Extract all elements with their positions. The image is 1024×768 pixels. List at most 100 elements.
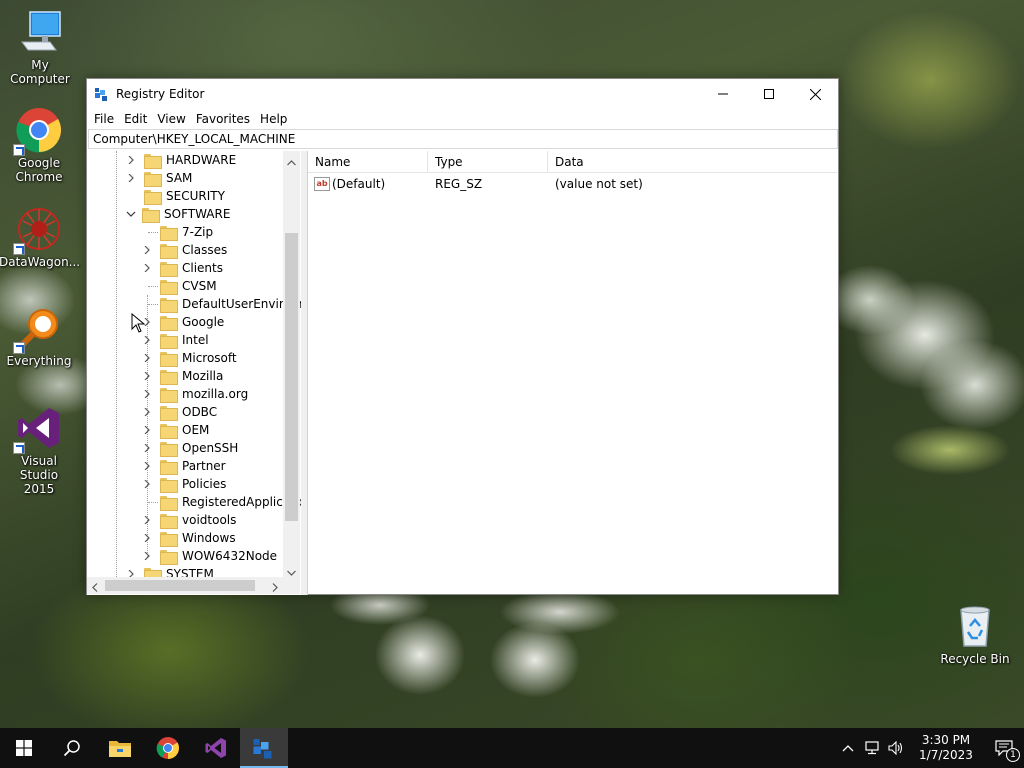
file-explorer-button[interactable]: [96, 728, 144, 768]
chevron-right-icon[interactable]: [142, 551, 152, 561]
chevron-right-icon[interactable]: [142, 443, 152, 453]
column-header-type[interactable]: Type: [428, 151, 548, 172]
desktop-icon-google-chrome[interactable]: Google Chrome: [0, 106, 79, 184]
chevron-right-icon[interactable]: [142, 371, 152, 381]
chevron-right-icon[interactable]: [126, 173, 136, 183]
chevron-right-icon[interactable]: [126, 155, 136, 165]
menu-edit[interactable]: Edit: [119, 109, 152, 129]
clock-date: 1/7/2023: [919, 748, 973, 762]
tree-item-software-child[interactable]: Classes: [142, 241, 227, 259]
start-icon: [16, 740, 32, 756]
values-list[interactable]: Name Type Data ab (Default) REG_SZ (valu…: [307, 151, 837, 595]
folder-icon: [160, 243, 178, 259]
scroll-left-icon[interactable]: [92, 581, 98, 595]
action-center-button[interactable]: 1: [984, 728, 1024, 768]
visual-studio-taskbar-button[interactable]: [192, 728, 240, 768]
chevron-right-icon[interactable]: [142, 425, 152, 435]
maximize-button[interactable]: [746, 79, 792, 109]
volume-button[interactable]: [884, 728, 908, 768]
address-bar[interactable]: Computer\HKEY_LOCAL_MACHINE: [88, 129, 838, 149]
menu-view[interactable]: View: [152, 109, 190, 129]
show-hidden-icons-button[interactable]: [836, 728, 860, 768]
scroll-thumb[interactable]: [105, 580, 255, 591]
column-header-data[interactable]: Data: [548, 151, 688, 172]
network-button[interactable]: [860, 728, 884, 768]
registry-editor-taskbar-button[interactable]: [240, 728, 288, 768]
tree-item-hardware[interactable]: HARDWARE: [126, 151, 236, 169]
chrome-taskbar-button[interactable]: [144, 728, 192, 768]
tree-item-software-child[interactable]: RegisteredApplicatic: [142, 493, 301, 511]
list-item[interactable]: ab (Default) REG_SZ (value not set): [308, 173, 837, 195]
folder-icon: [142, 207, 160, 223]
recycle-bin-icon: [951, 602, 999, 650]
chevron-right-icon[interactable]: [142, 353, 152, 363]
desktop-icon-recycle-bin[interactable]: Recycle Bin: [935, 602, 1015, 666]
chevron-right-icon[interactable]: [142, 461, 152, 471]
system-tray: 3:30 PM 1/7/2023 1: [836, 728, 1024, 768]
chevron-right-icon[interactable]: [142, 407, 152, 417]
folder-icon: [160, 261, 178, 277]
tree-item-software-child[interactable]: Partner: [142, 457, 226, 475]
taskbar: 3:30 PM 1/7/2023 1: [0, 728, 1024, 768]
minimize-button[interactable]: [700, 79, 746, 109]
chevron-right-icon[interactable]: [142, 389, 152, 399]
tree-item-sam[interactable]: SAM: [126, 169, 192, 187]
tree-item-security[interactable]: SECURITY: [126, 187, 225, 205]
tree-item-software-child[interactable]: Microsoft: [142, 349, 237, 367]
tree-item-software-child[interactable]: OEM: [142, 421, 209, 439]
scroll-right-icon[interactable]: [272, 581, 278, 595]
desktop-icon-everything[interactable]: Everything: [0, 304, 79, 368]
search-button[interactable]: [48, 728, 96, 768]
tree-item-software[interactable]: SOFTWARE: [126, 205, 230, 223]
title-bar[interactable]: Registry Editor: [87, 79, 838, 109]
notification-count-badge: 1: [1006, 748, 1020, 762]
tree-item-software-child[interactable]: ODBC: [142, 403, 217, 421]
folder-icon: [160, 297, 178, 313]
tree-item-software-child[interactable]: Clients: [142, 259, 223, 277]
tree-item-label: HARDWARE: [166, 153, 237, 167]
chevron-right-icon[interactable]: [142, 263, 152, 273]
tree-item-software-child[interactable]: Mozilla: [142, 367, 223, 385]
tree-item-label: Classes: [182, 243, 228, 257]
tree-item-software-child[interactable]: Windows: [142, 529, 236, 547]
tree-item-software-child[interactable]: DefaultUserEnvironn: [142, 295, 301, 313]
tree-item-software-child[interactable]: Intel: [142, 331, 209, 349]
computer-icon: [16, 8, 64, 56]
registry-editor-window[interactable]: Registry Editor File Edit View Favorites…: [86, 78, 839, 595]
desktop-icon-visual-studio[interactable]: Visual Studio 2015: [0, 404, 79, 496]
menu-favorites[interactable]: Favorites: [191, 109, 255, 129]
folder-icon: [160, 531, 178, 547]
column-header-name[interactable]: Name: [308, 151, 428, 172]
menu-file[interactable]: File: [89, 109, 119, 129]
tree-item-software-child[interactable]: OpenSSH: [142, 439, 238, 457]
tree-item-software-child[interactable]: Google: [142, 313, 224, 331]
tree-horizontal-scrollbar[interactable]: [87, 577, 283, 594]
chevron-right-icon[interactable]: [142, 335, 152, 345]
desktop-icon-my-computer[interactable]: My Computer: [0, 8, 80, 86]
folder-icon: [160, 477, 178, 493]
start-button[interactable]: [0, 728, 48, 768]
tree-item-label: CVSM: [182, 279, 217, 293]
registry-tree[interactable]: HARDWARE SAM SECURITY SOFTWARE 7-Zip Cla…: [87, 151, 301, 595]
tree-item-software-child[interactable]: WOW6432Node: [142, 547, 277, 565]
tree-item-software-child[interactable]: mozilla.org: [142, 385, 248, 403]
tree-item-label: OEM: [182, 423, 210, 437]
chevron-right-icon[interactable]: [142, 245, 152, 255]
tree-item-label: ODBC: [182, 405, 218, 419]
chevron-right-icon[interactable]: [142, 515, 152, 525]
scroll-up-icon[interactable]: [287, 155, 296, 169]
mouse-cursor-icon: [131, 313, 145, 333]
menu-help[interactable]: Help: [255, 109, 292, 129]
chevron-right-icon[interactable]: [142, 479, 152, 489]
chevron-right-icon[interactable]: [142, 533, 152, 543]
scroll-thumb[interactable]: [285, 233, 298, 521]
tree-vertical-scrollbar[interactable]: [283, 151, 300, 577]
folder-icon: [160, 369, 178, 385]
shortcut-arrow-icon: [13, 442, 25, 454]
tree-item-software-child[interactable]: Policies: [142, 475, 226, 493]
taskbar-clock[interactable]: 3:30 PM 1/7/2023: [908, 733, 984, 763]
close-button[interactable]: [792, 79, 838, 109]
desktop-icon-datawagon[interactable]: DataWagon...: [0, 205, 80, 269]
tree-item-software-child[interactable]: voidtools: [142, 511, 236, 529]
chevron-down-icon[interactable]: [126, 209, 136, 219]
